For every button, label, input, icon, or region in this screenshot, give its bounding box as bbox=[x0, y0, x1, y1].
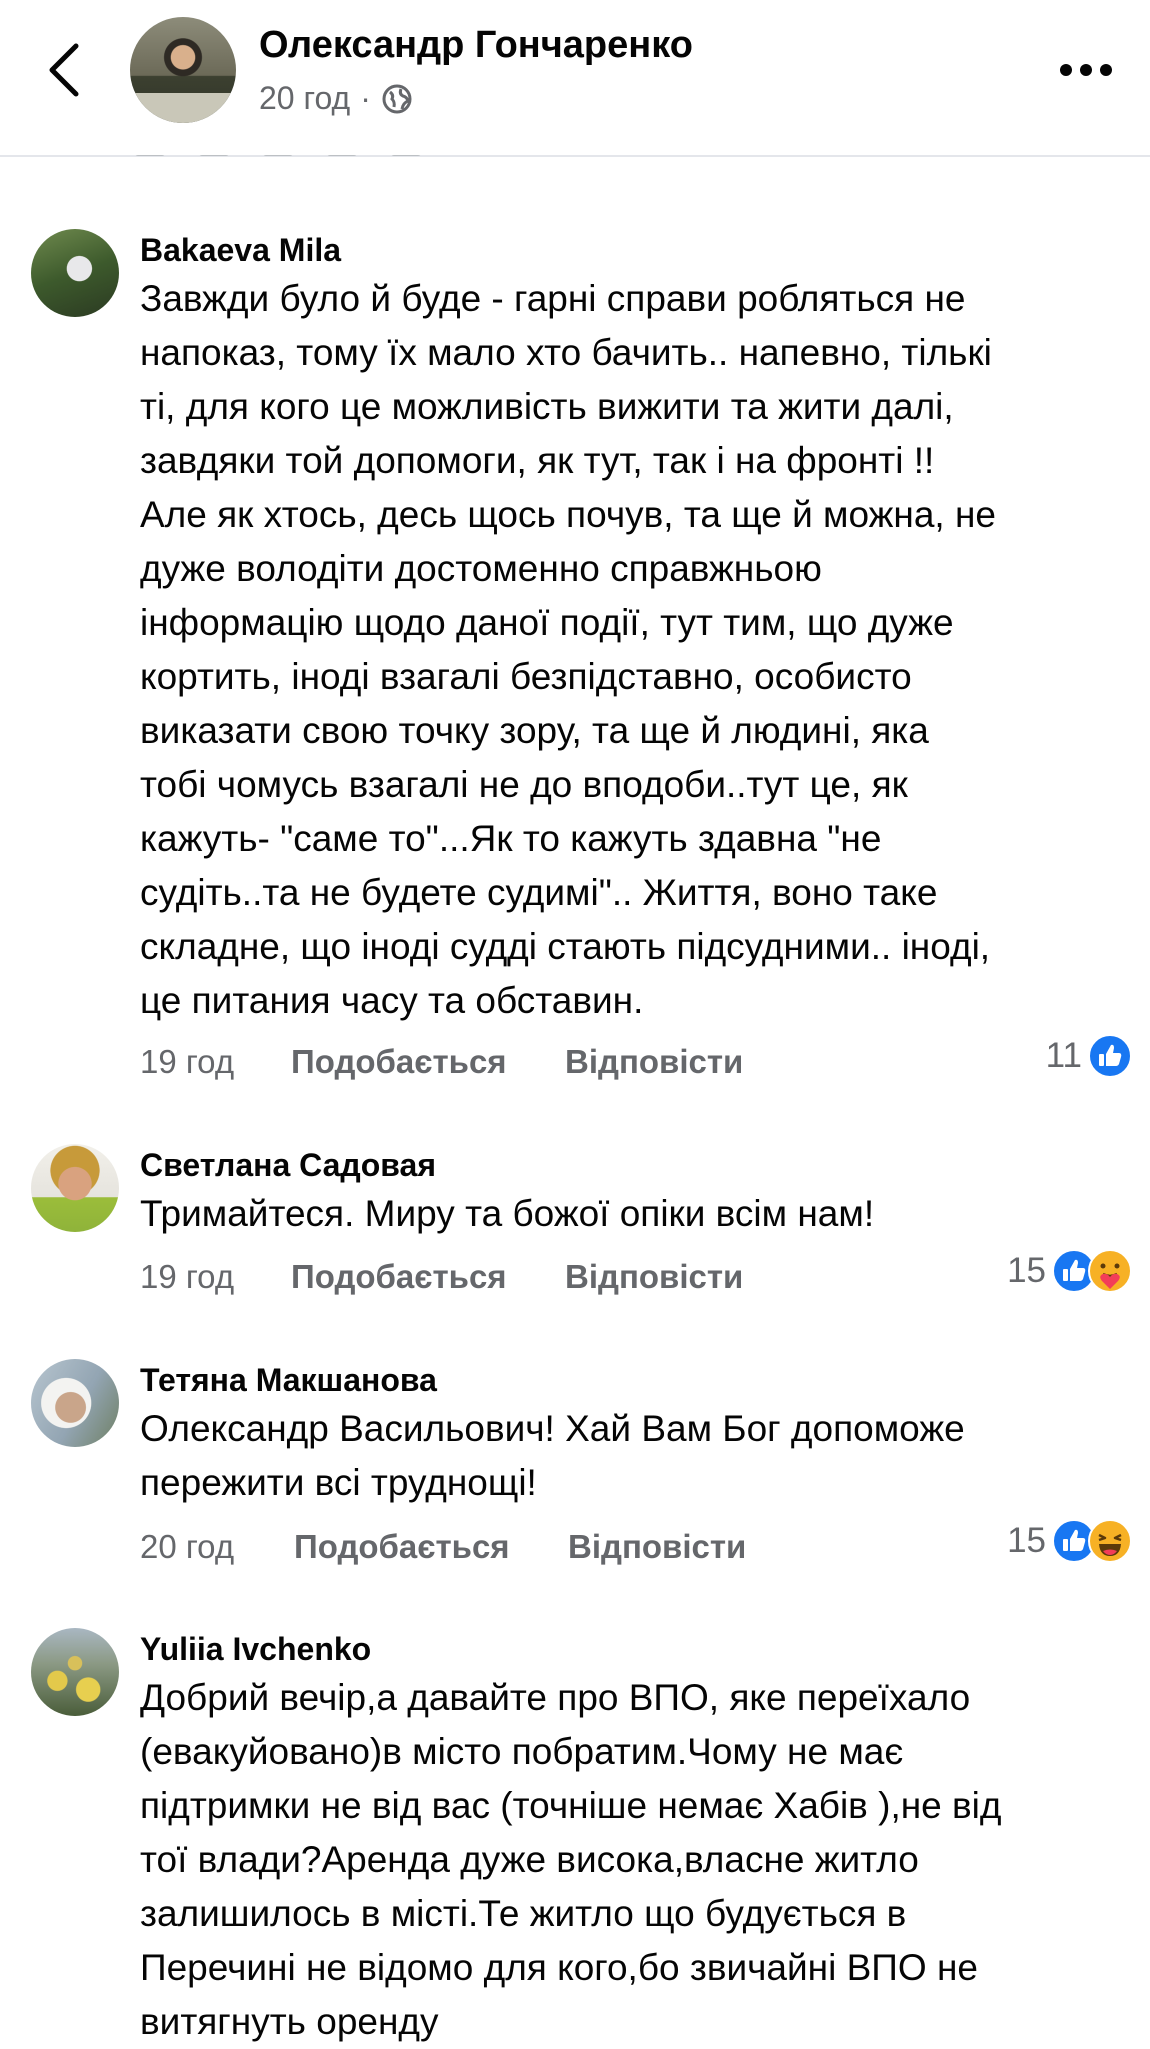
commenter-avatar[interactable] bbox=[31, 1359, 119, 1447]
post-time: 20 год bbox=[259, 80, 351, 116]
comment-line: завдяки той допомоги, як тут, так і на ф… bbox=[140, 440, 935, 481]
reaction-count: 15 bbox=[1007, 1521, 1046, 1560]
reply-button[interactable]: Відповісти bbox=[565, 1043, 743, 1081]
comment-line: ті, для кого це можливість вижити та жит… bbox=[140, 386, 954, 427]
comment-line: підтримки не від вас (точніше немає Хабі… bbox=[140, 1785, 1002, 1826]
comment-line: Перечині не відомо для кого,бо звичайні … bbox=[140, 1947, 978, 1988]
like-button[interactable]: Подобається bbox=[294, 1528, 510, 1566]
haha-icon bbox=[1088, 1519, 1132, 1563]
post-meta: 20 год · bbox=[259, 80, 413, 117]
comment-line: інформацію щодо даної події, тут тим, що… bbox=[140, 602, 954, 643]
comment-line: витягнуть оренду bbox=[140, 2001, 439, 2042]
globe-icon bbox=[382, 84, 412, 113]
comment-line: тої влади?Аренда дуже висока,власне житл… bbox=[140, 1839, 919, 1880]
comment-line: Олександр Васильович! Хай Вам Бог допомо… bbox=[140, 1408, 965, 1449]
comment-line: судіть..та не будете судимі".. Життя, во… bbox=[140, 872, 938, 913]
comment-line: напоказ, тому їх мало хто бачить.. напев… bbox=[140, 332, 992, 373]
reply-button[interactable]: Відповісти bbox=[568, 1528, 746, 1566]
comment-line: Але як хтось, десь щось почув, та ще й м… bbox=[140, 494, 996, 535]
reply-button[interactable]: Відповісти bbox=[565, 1258, 743, 1296]
reaction-summary[interactable]: 15 bbox=[1007, 1249, 1132, 1293]
comment-time: 19 год bbox=[140, 1043, 235, 1080]
previous-comment-peek bbox=[135, 148, 555, 156]
like-button[interactable]: Подобається bbox=[291, 1043, 507, 1081]
reaction-summary[interactable]: 15 bbox=[1007, 1519, 1132, 1563]
comment-line: пережити всі труднощі! bbox=[140, 1462, 537, 1503]
commenter-name[interactable]: Yuliia Ivchenko bbox=[140, 1631, 371, 1668]
post-author-name[interactable]: Олександр Гончаренко bbox=[259, 24, 693, 67]
more-options-icon[interactable] bbox=[1058, 62, 1114, 78]
comment-line: (евакуйовано)в місто побратим.Чому не ма… bbox=[140, 1731, 904, 1772]
comment-line: тобі чомусь взагалі не до вподоби..тут ц… bbox=[140, 764, 908, 805]
care-icon bbox=[1088, 1249, 1132, 1293]
commenter-name[interactable]: Светлана Садовая bbox=[140, 1147, 436, 1184]
comment-line: кортить, іноді взагалі безпідставно, осо… bbox=[140, 656, 912, 697]
comment-time: 20 год bbox=[140, 1528, 235, 1565]
reaction-count: 11 bbox=[1045, 1036, 1082, 1075]
author-avatar[interactable] bbox=[130, 17, 236, 123]
reaction-count: 15 bbox=[1007, 1251, 1046, 1290]
commenter-name[interactable]: Bakaeva Mila bbox=[140, 232, 341, 269]
like-button[interactable]: Подобається bbox=[291, 1258, 507, 1296]
comment-time: 19 год bbox=[140, 1258, 235, 1295]
comment-line: Добрий вечір,а давайте про ВПО, яке пере… bbox=[140, 1677, 971, 1718]
comment-line: дуже володіти достоменно справжньою bbox=[140, 548, 822, 589]
commenter-avatar[interactable] bbox=[31, 229, 119, 317]
like-icon bbox=[1088, 1034, 1132, 1078]
comment-line: залишилось в місті.Те житло що будується… bbox=[140, 1893, 907, 1934]
comment-line: складне, що іноді судді стають підсудним… bbox=[140, 926, 991, 967]
comment-line: Тримайтеся. Миру та божої опіки всім нам… bbox=[140, 1193, 875, 1234]
commenter-avatar[interactable] bbox=[31, 1628, 119, 1716]
meta-separator: · bbox=[360, 80, 371, 116]
reaction-summary[interactable]: 11 bbox=[1046, 1034, 1132, 1078]
back-arrow-icon[interactable] bbox=[40, 40, 90, 100]
commenter-name[interactable]: Тетяна Макшанова bbox=[140, 1362, 437, 1399]
commenter-avatar[interactable] bbox=[31, 1144, 119, 1232]
comment-line: виказати свою точку зору, та ще й людині… bbox=[140, 710, 929, 751]
comment-line: це питания часу та обставин. bbox=[140, 980, 644, 1021]
comment-line: кажуть- "саме то"...Як то кажуть здавна … bbox=[140, 818, 882, 859]
post-header: Олександр Гончаренко 20 год · bbox=[0, 0, 1150, 157]
comment-line: Завжди було й буде - гарні справи роблят… bbox=[140, 278, 966, 319]
